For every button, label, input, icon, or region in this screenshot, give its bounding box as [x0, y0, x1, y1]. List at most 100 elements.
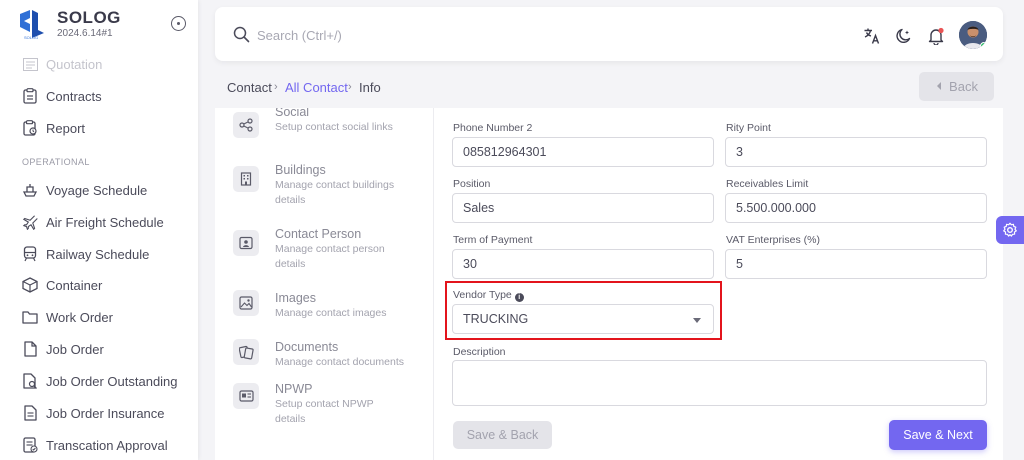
share-icon	[233, 112, 259, 138]
search-input[interactable]	[257, 24, 557, 46]
menu-item-contact-person[interactable]: Contact Person Manage contact person det…	[233, 226, 405, 272]
customizer-gear-icon[interactable]	[996, 216, 1024, 244]
file-search-icon	[22, 373, 38, 389]
rity-point-field[interactable]: 3	[725, 137, 987, 167]
person-icon	[233, 230, 259, 256]
sidebar-item-label: Report	[46, 120, 86, 136]
contract-icon	[22, 88, 38, 104]
sidebar-item-label: Air Freight Schedule	[46, 214, 164, 230]
id-card-icon	[233, 383, 259, 409]
sidebar: SOLOG SOLOG 2024.6.14#1 Quotation Contra…	[0, 0, 198, 460]
sidebar-item-work-order[interactable]: Work Order	[22, 307, 113, 327]
sidebar-item-label: Job Order Insurance	[46, 405, 165, 421]
menu-item-title: Social	[275, 108, 310, 119]
menu-item-desc: Manage contact person details	[275, 243, 385, 270]
sidebar-item-label: Transcation Approval	[46, 437, 168, 453]
menu-item-desc: Manage contact buildings details	[275, 179, 395, 206]
topbar	[215, 7, 1003, 61]
solog-logo: SOLOG	[16, 8, 48, 40]
sidebar-item-container[interactable]: Container	[22, 275, 102, 295]
breadcrumb-separator-icon: ›	[348, 81, 352, 93]
ship-icon	[22, 182, 38, 198]
menu-item-title: Buildings	[275, 163, 326, 177]
breadcrumb-separator-icon: ›	[274, 81, 278, 93]
vat-enterprises-label: VAT Enterprises (%)	[726, 234, 820, 246]
description-textarea[interactable]	[452, 360, 987, 406]
position-label: Position	[453, 178, 491, 190]
vat-enterprises-field[interactable]: 5	[725, 249, 987, 279]
sidebar-section-operational: OPERATIONAL	[22, 157, 90, 167]
menu-item-desc: Manage contact images	[275, 307, 387, 319]
receivables-limit-field[interactable]: 5.500.000.000	[725, 193, 987, 223]
info-icon[interactable]: i	[514, 293, 524, 302]
menu-item-documents[interactable]: Documents Manage contact documents	[233, 339, 405, 370]
bell-icon[interactable]	[927, 27, 945, 45]
menu-item-social[interactable]: Social Setup contact social links	[233, 108, 405, 138]
sidebar-item-voyage-schedule[interactable]: Voyage Schedule	[22, 180, 147, 200]
sidebar-item-label: Job Order	[46, 341, 104, 357]
train-icon	[22, 246, 38, 262]
save-back-button[interactable]: Save & Back	[453, 421, 552, 449]
menu-item-title: NPWP	[275, 382, 313, 396]
breadcrumb-all-contact[interactable]: All Contact	[285, 80, 348, 95]
moon-icon[interactable]	[895, 27, 913, 45]
menu-item-title: Images	[275, 291, 316, 305]
menu-item-images[interactable]: Images Manage contact images	[233, 290, 405, 321]
menu-item-buildings[interactable]: Buildings Manage contact buildings detai…	[233, 162, 405, 208]
menu-item-desc: Setup contact NPWP details	[275, 398, 374, 425]
receivables-limit-label: Receivables Limit	[726, 178, 809, 190]
approval-icon	[22, 437, 38, 453]
brand-version: 2024.6.14#1	[57, 28, 113, 39]
term-of-payment-label: Term of Payment	[453, 234, 533, 246]
brand-name: SOLOG	[57, 8, 121, 27]
term-of-payment-field[interactable]: 30	[452, 249, 714, 279]
sidebar-item-railway-schedule[interactable]: Railway Schedule	[22, 244, 149, 264]
menu-item-npwp[interactable]: NPWP Setup contact NPWP details	[233, 381, 405, 427]
phone2-field[interactable]: 085812964301	[452, 137, 714, 167]
sidebar-item-air-freight-schedule[interactable]: Air Freight Schedule	[22, 212, 164, 232]
sidebar-item-job-order[interactable]: Job Order	[22, 339, 104, 359]
translate-icon[interactable]	[863, 27, 881, 45]
avatar[interactable]	[959, 21, 987, 49]
search-icon[interactable]	[233, 26, 250, 48]
sidebar-item-report[interactable]: Report	[22, 118, 85, 138]
sidebar-item-label: Contracts	[46, 88, 102, 104]
sidebar-item-label: Work Order	[46, 309, 113, 325]
plane-icon	[22, 214, 38, 230]
documents-icon	[233, 339, 259, 365]
vendor-type-select[interactable]: TRUCKING	[452, 304, 714, 334]
folder-icon	[22, 309, 38, 325]
breadcrumb: Contact › All Contact › Info Back	[215, 68, 1003, 108]
sidebar-item-quotation[interactable]: Quotation	[22, 54, 102, 74]
sidebar-item-contracts[interactable]: Contracts	[22, 86, 102, 106]
save-next-button[interactable]: Save & Next	[889, 420, 987, 450]
sidebar-item-job-order-outstanding[interactable]: Job Order Outstanding	[22, 371, 178, 391]
breadcrumb-info: Info	[359, 80, 381, 95]
card-divider	[433, 108, 434, 460]
report-icon	[22, 120, 38, 136]
caret-down-icon	[693, 318, 701, 323]
rity-point-label: Rity Point	[726, 122, 771, 134]
file-text-icon	[22, 405, 38, 421]
quotation-icon	[22, 56, 38, 72]
vendor-type-label: Vendor Type i	[453, 289, 524, 302]
position-field[interactable]: Sales	[452, 193, 714, 223]
container-icon	[22, 277, 38, 293]
back-button-label: Back	[949, 79, 978, 94]
description-label: Description	[453, 346, 506, 358]
breadcrumb-contact[interactable]: Contact	[227, 80, 272, 95]
sidebar-item-transaction-approval[interactable]: Transcation Approval	[22, 435, 168, 455]
vendor-type-label-text: Vendor Type	[453, 289, 512, 301]
vendor-type-value: TRUCKING	[463, 312, 529, 326]
sidebar-item-label: Railway Schedule	[46, 246, 150, 262]
back-button[interactable]: Back	[919, 72, 994, 101]
sidebar-item-job-order-insurance[interactable]: Job Order Insurance	[22, 403, 165, 423]
arrow-left-icon	[935, 79, 943, 94]
sidebar-collapse-icon[interactable]	[171, 16, 186, 31]
sidebar-item-label: Voyage Schedule	[46, 182, 148, 198]
brand[interactable]: SOLOG SOLOG 2024.6.14#1	[16, 8, 121, 40]
menu-item-desc: Setup contact social links	[275, 121, 393, 133]
menu-item-desc: Manage contact documents	[275, 356, 404, 368]
building-icon	[233, 166, 259, 192]
menu-item-title: Documents	[275, 340, 339, 354]
